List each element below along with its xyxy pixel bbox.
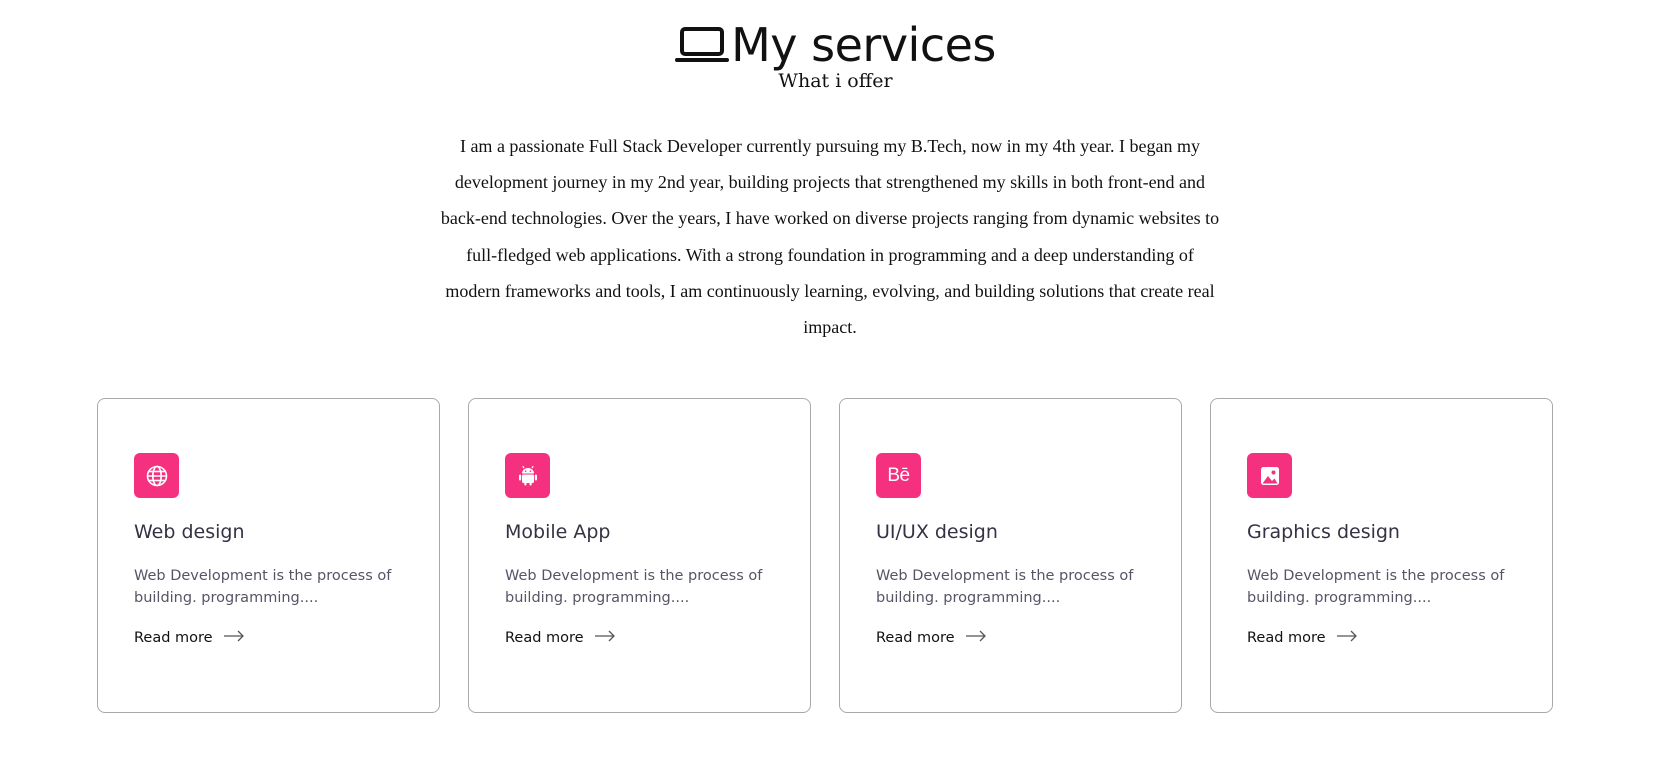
read-more-link[interactable]: Read more bbox=[1247, 630, 1358, 646]
service-description: Web Development is the process of buildi… bbox=[505, 568, 763, 606]
service-card-graphics-design: Graphics design Web Development is the p… bbox=[1210, 398, 1553, 713]
globe-icon bbox=[134, 453, 179, 498]
behance-icon: Bē bbox=[876, 453, 921, 498]
service-cards: Web design Web Development is the proces… bbox=[97, 398, 1553, 713]
services-section: My services What i offer I am a passiona… bbox=[0, 0, 1671, 779]
service-title: Mobile App bbox=[505, 521, 611, 543]
intro-paragraph: I am a passionate Full Stack Developer c… bbox=[440, 136, 1220, 338]
service-description: Web Development is the process of buildi… bbox=[134, 568, 392, 606]
laptop-icon bbox=[675, 25, 730, 65]
read-more-link[interactable]: Read more bbox=[505, 630, 616, 646]
service-title: UI/UX design bbox=[876, 521, 998, 543]
read-more-link[interactable]: Read more bbox=[134, 630, 245, 646]
read-more-link[interactable]: Read more bbox=[876, 630, 987, 646]
read-more-label: Read more bbox=[876, 630, 955, 646]
service-card-ui-ux-design: Bē UI/UX design Web Development is the p… bbox=[839, 398, 1182, 713]
service-title: Web design bbox=[134, 521, 245, 543]
service-card-web-design: Web design Web Development is the proces… bbox=[97, 398, 440, 713]
android-icon bbox=[505, 453, 550, 498]
arrow-right-icon bbox=[594, 630, 616, 646]
read-more-label: Read more bbox=[1247, 630, 1326, 646]
service-description: Web Development is the process of buildi… bbox=[876, 568, 1134, 606]
image-icon bbox=[1247, 453, 1292, 498]
title-row: My services bbox=[0, 18, 1671, 72]
arrow-right-icon bbox=[965, 630, 987, 646]
arrow-right-icon bbox=[223, 630, 245, 646]
service-description: Web Development is the process of buildi… bbox=[1247, 568, 1505, 606]
service-title: Graphics design bbox=[1247, 521, 1400, 543]
read-more-label: Read more bbox=[134, 630, 213, 646]
arrow-right-icon bbox=[1336, 630, 1358, 646]
page-subtitle: What i offer bbox=[778, 70, 893, 92]
section-header: My services What i offer bbox=[0, 18, 1671, 92]
page-title: My services bbox=[731, 18, 996, 72]
read-more-label: Read more bbox=[505, 630, 584, 646]
behance-icon-glyph: Bē bbox=[887, 464, 910, 486]
service-card-mobile-app: Mobile App Web Development is the proces… bbox=[468, 398, 811, 713]
